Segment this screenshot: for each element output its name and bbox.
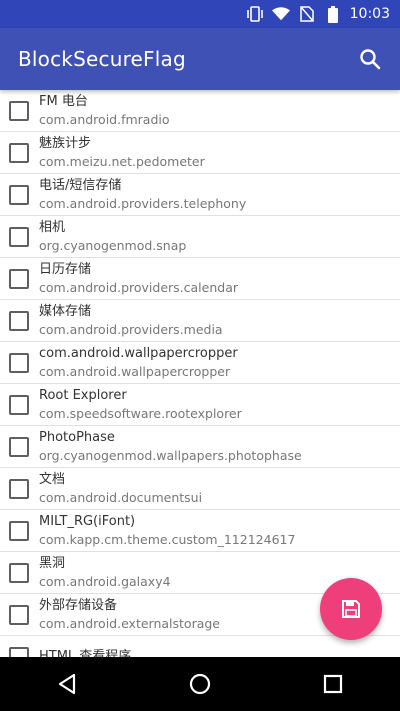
wifi-icon (271, 5, 290, 23)
list-item-texts: 电话/短信存储 com.android.providers.telephony (39, 177, 246, 213)
navigation-bar (0, 657, 400, 711)
home-button[interactable] (180, 664, 220, 704)
app-name: 魅族计步 (39, 135, 92, 151)
list-item[interactable]: FM 电台 com.android.fmradio (0, 90, 400, 132)
checkbox[interactable] (9, 184, 29, 205)
app-name: 电话/短信存储 (39, 177, 122, 193)
app-name: HTML 查看程序 (39, 648, 132, 658)
checkbox[interactable] (9, 478, 29, 499)
search-button[interactable] (356, 45, 384, 73)
app-package: com.android.documentsui (39, 489, 203, 505)
list-item[interactable]: 电话/短信存储 com.android.providers.telephony (0, 174, 400, 216)
list-item-texts: 相机 org.cyanogenmod.snap (39, 219, 186, 255)
checkbox[interactable] (9, 268, 29, 289)
app-package: com.speedsoftware.rootexplorer (39, 405, 242, 421)
app-name: 外部存储设备 (39, 597, 118, 613)
app-name: 日历存储 (39, 261, 92, 277)
list-item-texts: 媒体存储 com.android.providers.media (39, 303, 223, 339)
list-item[interactable]: 相机 org.cyanogenmod.snap (0, 216, 400, 258)
app-name: MILT_RG(iFont) (39, 513, 136, 529)
app-name: 媒体存储 (39, 303, 92, 319)
list-item-texts: com.android.wallpapercropper com.android.… (39, 345, 238, 381)
app-name: Root Explorer (39, 387, 127, 403)
search-icon (359, 48, 381, 70)
app-name: 文档 (39, 471, 66, 487)
app-package: com.kapp.cm.theme.custom_112124617 (39, 531, 296, 547)
app-package: com.android.providers.telephony (39, 195, 247, 211)
list-item-texts: 魅族计步 com.meizu.net.pedometer (39, 135, 205, 171)
recents-button[interactable] (313, 664, 353, 704)
app-name: PhotoPhase (39, 429, 115, 445)
list-item[interactable]: 媒体存储 com.android.providers.media (0, 300, 400, 342)
list-item-texts: 外部存储设备 com.android.externalstorage (39, 597, 220, 633)
save-button[interactable] (320, 578, 382, 640)
checkbox[interactable] (9, 226, 29, 247)
checkbox[interactable] (9, 394, 29, 415)
checkbox[interactable] (9, 520, 29, 541)
app-package: com.android.providers.media (39, 321, 223, 337)
checkbox[interactable] (9, 352, 29, 373)
battery-icon (324, 5, 342, 23)
list-item-texts: FM 电台 com.android.fmradio (39, 93, 170, 129)
list-item-texts: Root Explorer com.speedsoftware.rootexplo… (39, 387, 242, 423)
app-package: com.android.fmradio (39, 111, 170, 127)
checkbox[interactable] (9, 604, 29, 625)
back-icon (57, 673, 77, 695)
app-list[interactable]: FM 电台 com.android.fmradio 魅族计步 com.meizu.ne… (0, 90, 400, 657)
list-item-texts: HTML 查看程序 (39, 648, 131, 658)
list-item-texts: 日历存储 com.android.providers.calendar (39, 261, 238, 297)
list-item-texts: 文档 com.android.documentsui (39, 471, 202, 507)
list-item[interactable]: MILT_RG(iFont) com.kapp.cm.theme.custom_1… (0, 510, 400, 552)
app-bar: BlockSecureFlag (0, 28, 400, 90)
checkbox[interactable] (9, 562, 29, 583)
app-name: com.android.wallpapercropper (39, 345, 238, 361)
app-name: 相机 (39, 219, 66, 235)
app-name: 黑洞 (39, 555, 66, 571)
list-item[interactable]: 日历存储 com.android.providers.calendar (0, 258, 400, 300)
status-time: 10:03 (349, 6, 390, 22)
list-item-texts: 黑洞 com.android.galaxy4 (39, 555, 171, 591)
status-bar: 10:03 (0, 0, 400, 28)
list-item[interactable]: PhotoPhase org.cyanogenmod.wallpapers.pho… (0, 426, 400, 468)
list-item-texts: PhotoPhase org.cyanogenmod.wallpapers.pho… (39, 429, 302, 465)
app-name: FM 电台 (39, 93, 88, 109)
home-icon (189, 673, 211, 695)
save-icon (341, 599, 361, 619)
app-package: com.android.galaxy4 (39, 573, 171, 589)
list-item[interactable]: Root Explorer com.speedsoftware.rootexplo… (0, 384, 400, 426)
app-title: BlockSecureFlag (18, 47, 186, 71)
list-item-texts: MILT_RG(iFont) com.kapp.cm.theme.custom_1… (39, 513, 295, 549)
list-item[interactable]: 魅族计步 com.meizu.net.pedometer (0, 132, 400, 174)
vibrate-icon (246, 5, 264, 23)
no-sim-icon (298, 5, 316, 23)
checkbox[interactable] (9, 100, 29, 121)
list-item[interactable]: 文档 com.android.documentsui (0, 468, 400, 510)
back-button[interactable] (47, 664, 87, 704)
list-item[interactable]: HTML 查看程序 (0, 636, 400, 657)
app-package: org.cyanogenmod.wallpapers.photophase (39, 447, 302, 463)
list-item[interactable]: com.android.wallpapercropper com.android.… (0, 342, 400, 384)
app-package: com.android.providers.calendar (39, 279, 238, 295)
checkbox[interactable] (9, 142, 29, 163)
recents-icon (323, 674, 343, 694)
checkbox[interactable] (9, 310, 29, 331)
app-package: org.cyanogenmod.snap (39, 237, 187, 253)
checkbox[interactable] (9, 436, 29, 457)
app-package: com.android.wallpapercropper (39, 363, 231, 379)
app-package: com.android.externalstorage (39, 615, 220, 631)
checkbox[interactable] (9, 646, 29, 657)
app-package: com.meizu.net.pedometer (39, 153, 205, 169)
